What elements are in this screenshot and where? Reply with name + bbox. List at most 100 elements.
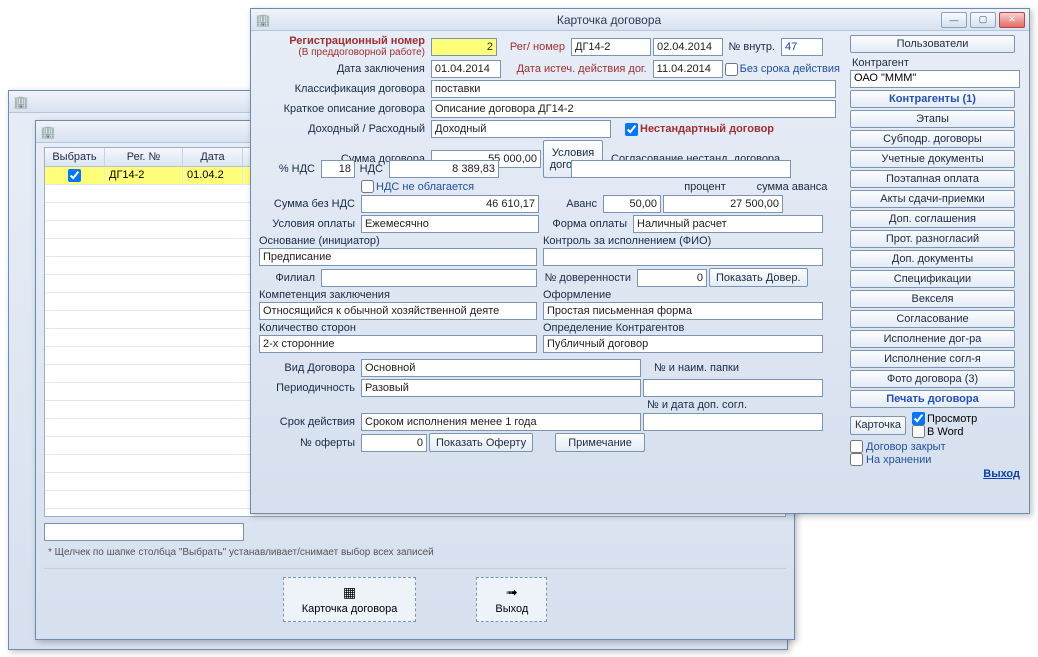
classification-field[interactable] — [431, 80, 836, 98]
side-button-9[interactable]: Спецификации — [850, 270, 1015, 288]
closed-option[interactable]: Договор закрыт — [850, 440, 1020, 453]
preview-checkbox[interactable] — [912, 412, 925, 425]
app-icon — [13, 94, 29, 110]
lbl-counterparty-def: Определение Контрагентов — [543, 322, 844, 334]
short-desc-field[interactable] — [431, 100, 836, 118]
window-title: Карточка договора — [277, 13, 941, 27]
col-date[interactable]: Дата — [183, 148, 243, 166]
side-button-8[interactable]: Доп. документы — [850, 250, 1015, 268]
vat-field[interactable] — [389, 160, 499, 178]
exit-icon: ➟ — [506, 584, 518, 601]
side-button-15[interactable]: Печать договора — [850, 390, 1015, 408]
counterparty-def-field[interactable] — [543, 335, 823, 353]
lbl-short-desc: Краткое описание договора — [259, 103, 429, 115]
side-button-11[interactable]: Согласование — [850, 310, 1015, 328]
lbl-basis: Основание (инициатор) — [259, 235, 541, 247]
side-button-6[interactable]: Доп. соглашения — [850, 210, 1015, 228]
vat-pct-field[interactable] — [321, 160, 355, 178]
lbl-sum-wo-vat: Сумма без НДС — [259, 198, 359, 210]
advance-pct-field[interactable] — [603, 195, 661, 213]
lbl-inner-no: № внутр. — [725, 41, 779, 53]
contract-card-window: Карточка договора — ▢ ✕ Регистрационный … — [250, 8, 1030, 514]
advance-sum-field[interactable] — [663, 195, 783, 213]
word-option[interactable]: В Word — [912, 425, 977, 438]
form-area: Регистрационный номер (В преддоговорной … — [259, 35, 844, 480]
date-expire-field[interactable] — [653, 60, 723, 78]
paperwork-field[interactable] — [543, 302, 823, 320]
proxy-no-field[interactable] — [637, 269, 707, 287]
nonstandard-agree-field[interactable] — [571, 160, 791, 178]
lbl-reg-no: Рег/ номер — [499, 41, 569, 53]
sum-wo-vat-field[interactable] — [361, 195, 539, 213]
closed-checkbox[interactable] — [850, 440, 863, 453]
folder-field[interactable] — [643, 379, 823, 397]
lbl-branch: Филиал — [259, 272, 319, 284]
pay-terms-field[interactable] — [361, 215, 539, 233]
archived-option[interactable]: На хранении — [850, 453, 1020, 466]
offer-no-field[interactable] — [361, 434, 427, 452]
periodicity-field[interactable] — [361, 379, 641, 397]
card-icon: ▦ — [343, 584, 356, 601]
maximize-button[interactable]: ▢ — [970, 12, 996, 28]
reg-date-field[interactable] — [653, 38, 723, 56]
filter-input[interactable] — [44, 523, 244, 541]
side-button-13[interactable]: Исполнение согл-я — [850, 350, 1015, 368]
side-button-5[interactable]: Акты сдачи-приемки — [850, 190, 1015, 208]
parties-field[interactable] — [259, 335, 537, 353]
vat-free-checkbox[interactable] — [361, 180, 374, 193]
close-button[interactable]: ✕ — [999, 12, 1025, 28]
side-button-3[interactable]: Учетные документы — [850, 150, 1015, 168]
lbl-parties: Количество сторон — [259, 322, 541, 334]
exit-button[interactable]: ➟ Выход — [476, 577, 547, 622]
lbl-extra-agr: № и дата доп. согл. — [647, 399, 757, 411]
side-button-10[interactable]: Векселя — [850, 290, 1015, 308]
validity-field[interactable] — [361, 413, 641, 431]
lbl-validity: Срок действия — [259, 416, 359, 428]
word-checkbox[interactable] — [912, 425, 925, 438]
extra-agr-field[interactable] — [643, 413, 823, 431]
lbl-nonstandard: Нестандартный договор — [640, 123, 778, 135]
lbl-classification: Классификация договора — [259, 83, 429, 95]
lbl-no-expiry: Без срока действия — [740, 63, 844, 75]
exit-link[interactable]: Выход — [983, 468, 1020, 480]
date-contract-field[interactable] — [431, 60, 501, 78]
side-button-2[interactable]: Субподр. договоры — [850, 130, 1015, 148]
income-expense-field[interactable] — [431, 120, 611, 138]
side-button-4[interactable]: Поэтапная оплата — [850, 170, 1015, 188]
side-button-12[interactable]: Исполнение дог-ра — [850, 330, 1015, 348]
preview-option[interactable]: Просмотр — [912, 412, 977, 425]
users-button[interactable]: Пользователи — [850, 35, 1015, 53]
show-offer-button[interactable]: Показать Оферту — [429, 433, 533, 452]
card-button[interactable]: ▦ Карточка договора — [283, 577, 417, 622]
side-button-14[interactable]: Фото договора (3) — [850, 370, 1015, 388]
contract-type-field[interactable] — [361, 359, 641, 377]
branch-field[interactable] — [321, 269, 537, 287]
inner-no-field[interactable] — [781, 38, 823, 56]
row-select-checkbox[interactable] — [68, 169, 81, 182]
note-button[interactable]: Примечание — [555, 433, 645, 452]
lbl-folder: № и наим. папки — [643, 362, 743, 374]
titlebar-main[interactable]: Карточка договора — ▢ ✕ — [251, 9, 1029, 31]
lbl-reg-num-sub: (В преддоговорной работе) — [259, 47, 429, 58]
lbl-vat-free: НДС не облагается — [376, 181, 478, 193]
card-tab-button[interactable]: Карточка — [850, 416, 906, 435]
control-fio-field[interactable] — [543, 248, 823, 266]
lbl-date-contract: Дата заключения — [259, 63, 429, 75]
reg-no-field[interactable] — [571, 38, 651, 56]
basis-field[interactable] — [259, 248, 537, 266]
show-proxy-button[interactable]: Показать Довер. — [709, 268, 808, 287]
minimize-button[interactable]: — — [941, 12, 967, 28]
no-expiry-checkbox[interactable] — [725, 63, 738, 76]
col-regno[interactable]: Рег. № — [105, 148, 183, 166]
side-button-0[interactable]: Контрагенты (1) — [850, 90, 1015, 108]
archived-checkbox[interactable] — [850, 453, 863, 466]
side-button-7[interactable]: Прот. разногласий — [850, 230, 1015, 248]
side-button-1[interactable]: Этапы — [850, 110, 1015, 128]
nonstandard-checkbox[interactable] — [625, 123, 638, 136]
competence-field[interactable] — [259, 302, 537, 320]
reg-num-field[interactable] — [431, 38, 497, 56]
lbl-contract-type: Вид Договора — [259, 362, 359, 374]
pay-form-field[interactable] — [633, 215, 823, 233]
col-select[interactable]: Выбрать — [45, 148, 105, 166]
kontragent-field[interactable]: ОАО "МММ" — [850, 70, 1020, 88]
